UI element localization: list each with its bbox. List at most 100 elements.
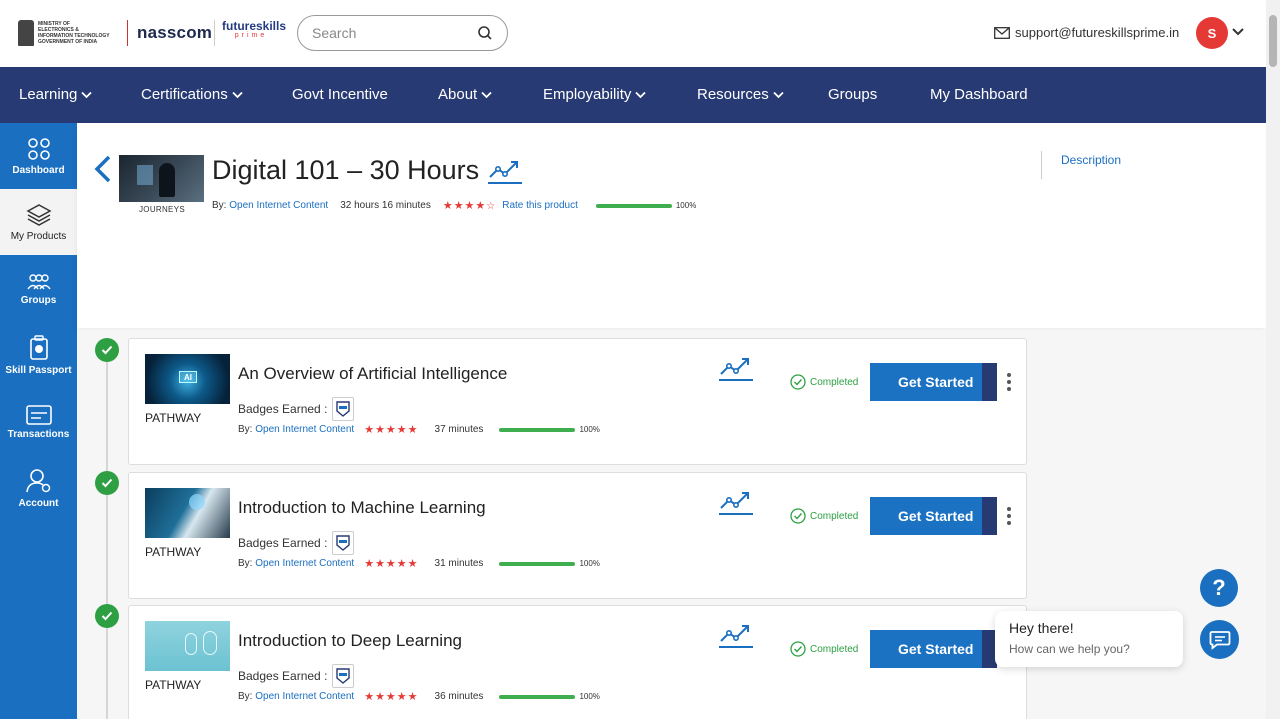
analytics-chart-icon[interactable] xyxy=(718,354,754,382)
nav-govt-incentive[interactable]: Govt Incentive xyxy=(292,86,388,103)
page: MINISTRY OF ELECTRONICS & INFORMATION TE… xyxy=(0,0,1280,719)
account-icon xyxy=(25,468,50,492)
nav-groups[interactable]: Groups xyxy=(828,86,877,103)
course-progress: 100% xyxy=(595,201,696,210)
rating-stars: ★★★★★ xyxy=(364,691,419,703)
support-email: support@futureskillsprime.in xyxy=(1015,25,1180,40)
chat-icon xyxy=(1209,630,1230,650)
more-options-icon[interactable] xyxy=(1005,507,1013,525)
provider-link[interactable]: Open Internet Content xyxy=(229,200,328,211)
rate-product-link[interactable]: Rate this product xyxy=(502,200,578,211)
sidebar: Dashboard My Products Groups Skill Passp… xyxy=(0,123,77,719)
chevron-down-icon xyxy=(773,91,784,98)
nav-certifications[interactable]: Certifications xyxy=(141,86,243,103)
page-scrollbar[interactable] xyxy=(1266,0,1280,719)
analytics-chart-icon[interactable] xyxy=(718,488,754,516)
scrollbar-thumb[interactable] xyxy=(1269,15,1277,67)
search-icon[interactable] xyxy=(477,25,493,41)
nav-employability[interactable]: Employability xyxy=(543,86,647,103)
back-arrow-icon[interactable] xyxy=(94,155,112,183)
badge-icon[interactable] xyxy=(332,397,355,421)
get-started-button[interactable]: Get Started xyxy=(870,630,997,668)
course-category: JOURNEYS xyxy=(139,205,185,214)
badges-earned: Badges Earned : xyxy=(238,531,355,555)
pathway-progress: 100% xyxy=(499,425,600,434)
top-header: MINISTRY OF ELECTRONICS & INFORMATION TE… xyxy=(0,0,1266,67)
nasscom-logo[interactable]: nasscom xyxy=(137,23,212,43)
analytics-chart-icon[interactable] xyxy=(718,621,754,649)
chat-greeting-bubble[interactable]: Hey there! How can we help you? xyxy=(995,611,1183,667)
futureskills-logo-name: futureskills xyxy=(222,19,287,33)
get-started-button[interactable]: Get Started xyxy=(870,363,997,401)
pathway-thumbnail xyxy=(145,621,230,671)
status-completed: Completed xyxy=(790,374,858,390)
course-title: Digital 101 – 30 Hours xyxy=(212,155,523,186)
chevron-down-icon xyxy=(81,91,93,98)
help-question-button[interactable]: ? xyxy=(1200,569,1238,607)
progress-bar xyxy=(499,694,576,699)
completed-check-icon xyxy=(95,338,119,362)
pathway-duration: 36 minutes xyxy=(434,691,484,702)
pathway-thumbnail xyxy=(145,488,230,538)
chevron-down-icon xyxy=(481,91,492,98)
pathway-title[interactable]: Introduction to Deep Learning xyxy=(238,631,462,651)
completed-check-icon xyxy=(95,604,119,628)
more-options-icon[interactable] xyxy=(1005,373,1013,391)
badge-icon[interactable] xyxy=(332,531,355,555)
pathway-duration: 31 minutes xyxy=(434,558,484,569)
user-avatar[interactable]: S xyxy=(1196,17,1228,49)
chevron-down-icon xyxy=(232,91,243,98)
dashboard-icon xyxy=(27,137,50,160)
groups-icon xyxy=(26,273,51,289)
rating-stars: ★★★★★ xyxy=(364,424,419,436)
progress-bar xyxy=(595,203,672,208)
logo-divider xyxy=(127,20,128,46)
nav-resources[interactable]: Resources xyxy=(697,86,784,103)
get-started-button[interactable]: Get Started xyxy=(870,497,997,535)
tab-divider xyxy=(1041,151,1042,179)
meity-logo-text: MINISTRY OF ELECTRONICS & INFORMATION TE… xyxy=(38,21,110,45)
pathway-card: AI PATHWAY An Overview of Artificial Int… xyxy=(128,338,1027,465)
status-completed: Completed xyxy=(790,508,858,524)
futureskills-logo[interactable]: futureskills prime xyxy=(222,19,287,48)
badge-icon[interactable] xyxy=(332,664,355,688)
provider-link[interactable]: Open Internet Content xyxy=(255,558,354,569)
sidebar-item-skill-passport[interactable]: Skill Passport xyxy=(0,322,77,388)
pathway-meta: By: Open Internet Content ★★★★★ 37 minut… xyxy=(238,424,600,436)
pathway-type: PATHWAY xyxy=(145,678,202,692)
search-box[interactable] xyxy=(297,15,508,51)
sidebar-item-groups[interactable]: Groups xyxy=(0,256,77,322)
support-email-link[interactable]: support@futureskillsprime.in xyxy=(994,25,1179,40)
tab-description[interactable]: Description xyxy=(1061,153,1121,167)
sidebar-item-my-products[interactable]: My Products xyxy=(0,189,77,255)
badges-earned: Badges Earned : xyxy=(238,664,355,688)
check-circle-icon xyxy=(790,508,806,524)
nav-learning[interactable]: Learning xyxy=(19,86,93,103)
chat-button[interactable] xyxy=(1200,620,1239,659)
pathway-title[interactable]: An Overview of Artificial Intelligence xyxy=(238,364,507,384)
rating-stars: ★★★★★ xyxy=(364,558,419,570)
pathway-duration: 37 minutes xyxy=(434,424,484,435)
check-circle-icon xyxy=(790,374,806,390)
course-meta: By: Open Internet Content 32 hours 16 mi… xyxy=(212,200,697,212)
pathway-card: PATHWAY Introduction to Deep Learning Ba… xyxy=(128,605,1027,719)
pathway-progress: 100% xyxy=(499,692,600,701)
badges-earned: Badges Earned : xyxy=(238,397,355,421)
mail-icon xyxy=(994,26,1010,39)
analytics-chart-icon[interactable] xyxy=(487,157,523,185)
chevron-down-icon[interactable] xyxy=(1232,27,1244,37)
sidebar-item-account[interactable]: Account xyxy=(0,455,77,521)
provider-link[interactable]: Open Internet Content xyxy=(255,424,354,435)
meity-logo[interactable]: MINISTRY OF ELECTRONICS & INFORMATION TE… xyxy=(18,17,122,49)
layers-icon xyxy=(25,203,52,226)
sidebar-item-transactions[interactable]: Transactions xyxy=(0,389,77,455)
search-input[interactable] xyxy=(312,25,472,41)
sidebar-item-dashboard[interactable]: Dashboard xyxy=(0,123,77,189)
nav-about[interactable]: About xyxy=(438,86,492,103)
pathway-type: PATHWAY xyxy=(145,545,202,559)
provider-link[interactable]: Open Internet Content xyxy=(255,691,354,702)
pathway-title[interactable]: Introduction to Machine Learning xyxy=(238,498,486,518)
course-duration: 32 hours 16 minutes xyxy=(340,200,431,211)
nav-my-dashboard[interactable]: My Dashboard xyxy=(930,86,1028,103)
pathway-type: PATHWAY xyxy=(145,411,202,425)
